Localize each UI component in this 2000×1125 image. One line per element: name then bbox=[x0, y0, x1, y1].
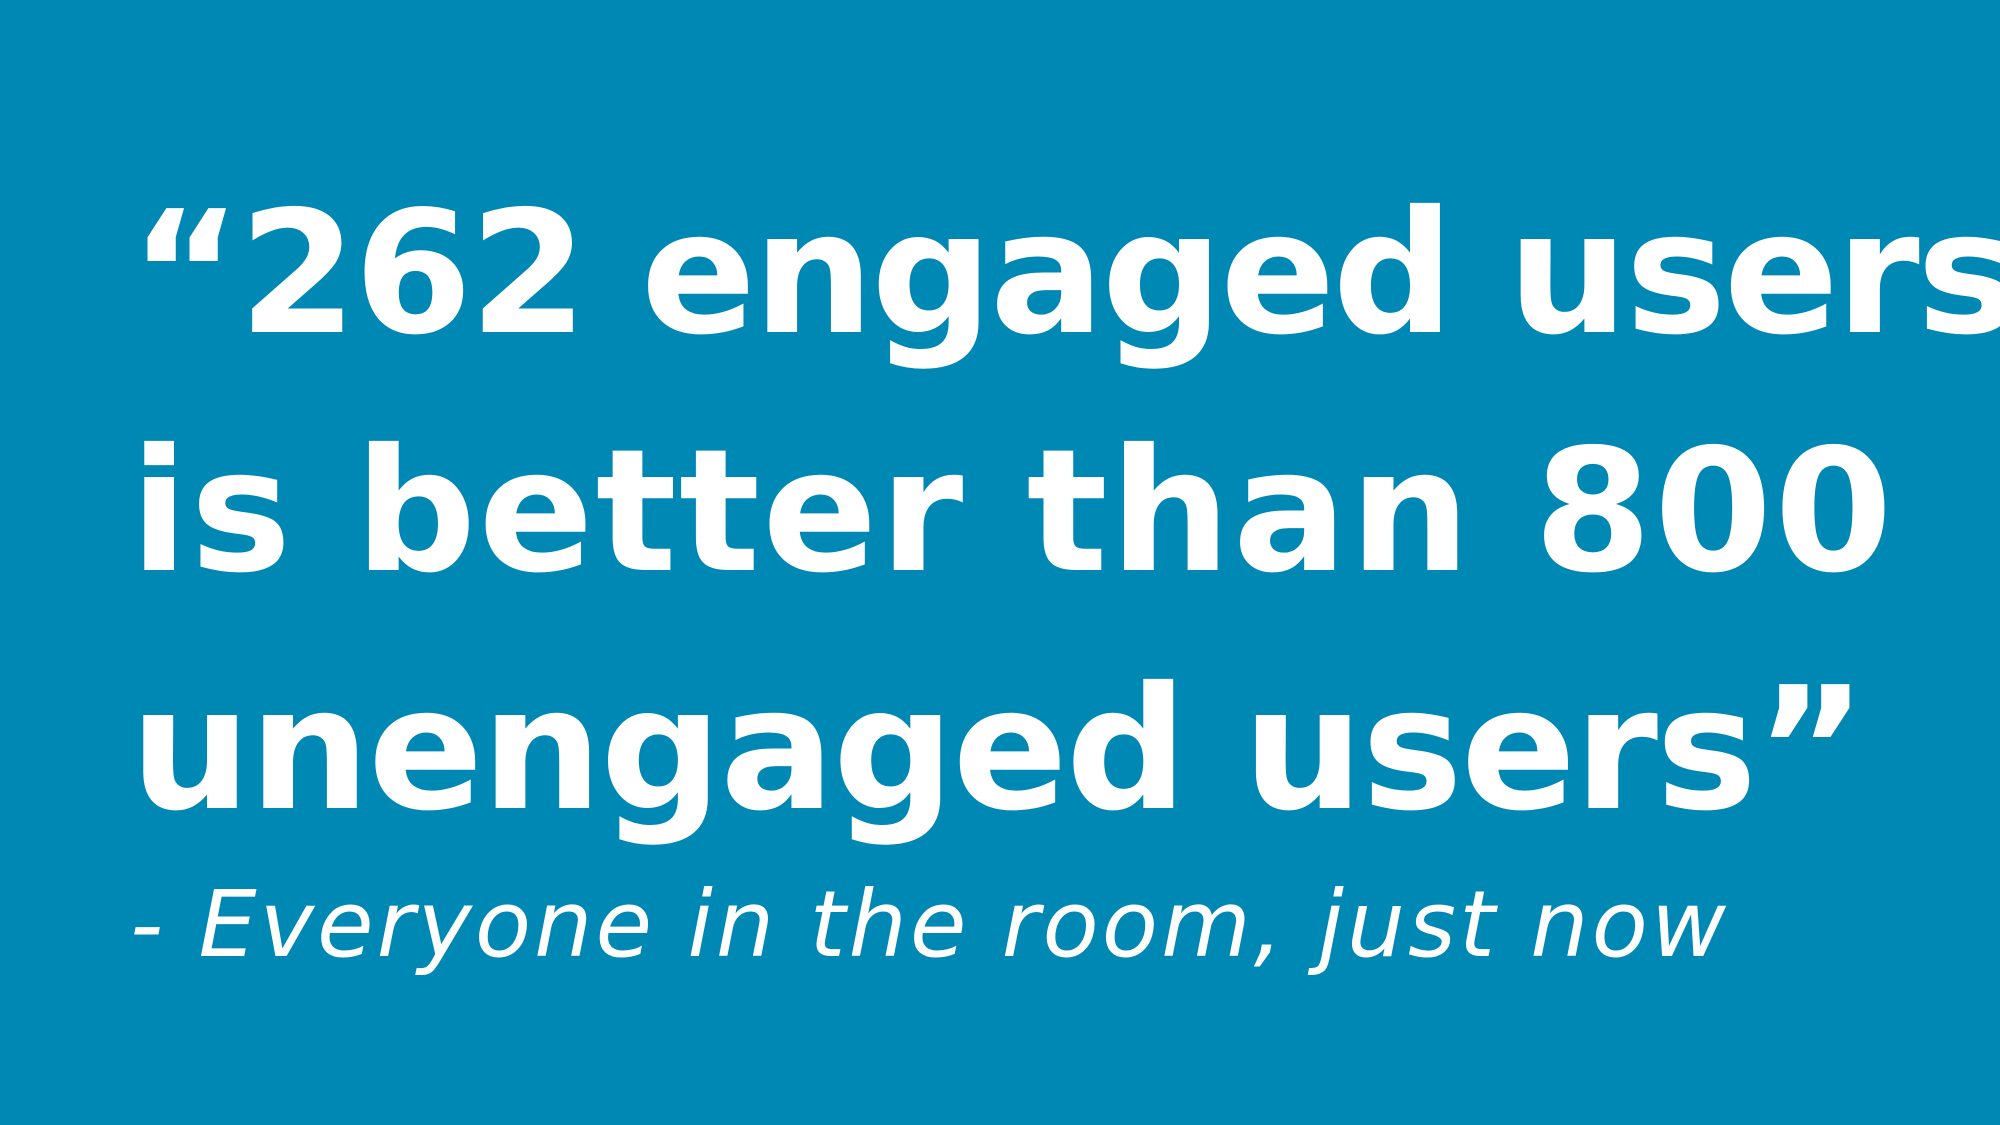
quote-line-1: “262 engaged users bbox=[130, 175, 2000, 373]
quote-slide: “262 engaged users is better than 800 un… bbox=[0, 0, 2000, 1125]
quote-line-3: unengaged users” bbox=[130, 651, 1867, 849]
quote-line-2: is better than 800 bbox=[130, 413, 1895, 611]
quote-attribution: - Everyone in the room, just now bbox=[130, 871, 1730, 978]
quote-text: “262 engaged users is better than 800 un… bbox=[130, 155, 2000, 869]
